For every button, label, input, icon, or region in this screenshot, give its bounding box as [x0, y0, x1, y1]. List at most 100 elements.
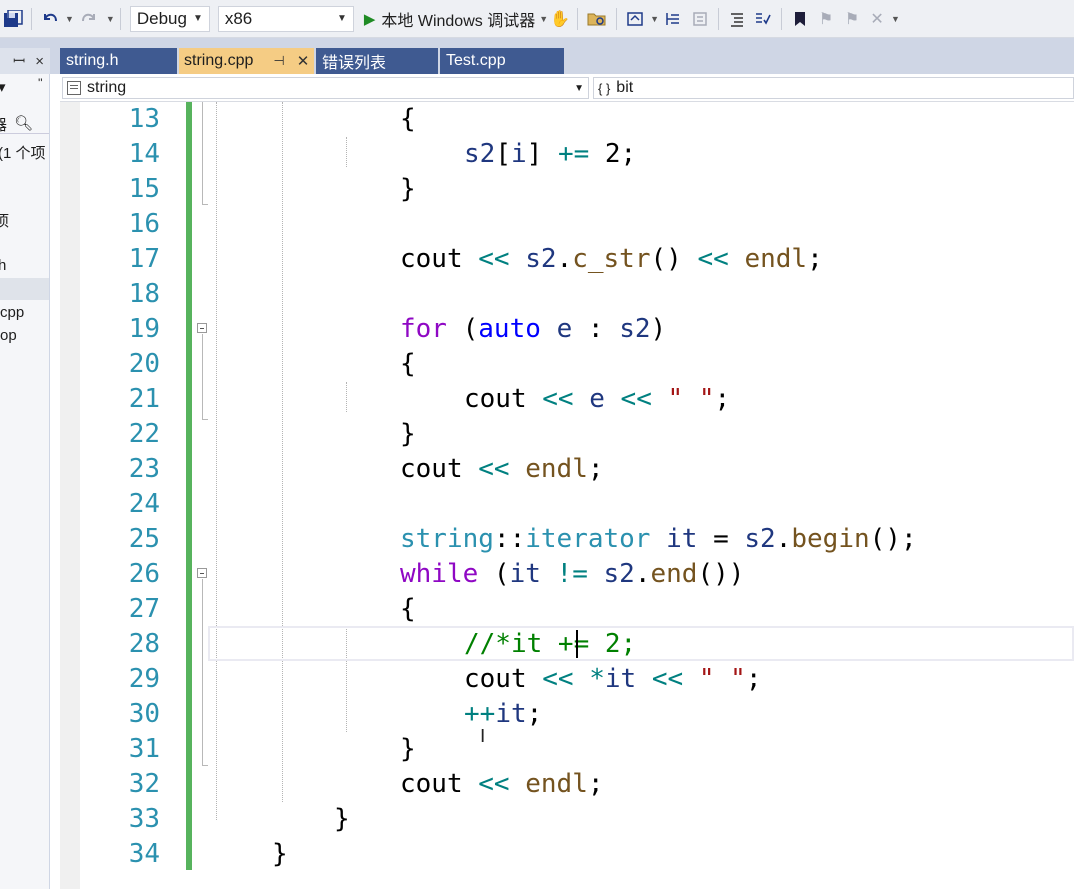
platform-dropdown[interactable]: x86 ▼ — [217, 5, 354, 32]
close-icon[interactable]: ✕ — [297, 52, 310, 70]
next-bookmark-icon[interactable]: ⚑ — [839, 4, 865, 34]
open-folder-icon[interactable] — [583, 4, 611, 34]
tab-test-cpp[interactable]: Test.cpp — [440, 48, 565, 74]
code-token: it — [604, 664, 637, 694]
pin-icon[interactable]: ⊣ — [273, 53, 284, 69]
code-token: ; — [807, 244, 823, 274]
pin-icon[interactable]: ꟷ — [13, 51, 25, 71]
bookmark-icon[interactable] — [787, 4, 813, 34]
code-token: } — [400, 174, 416, 204]
line-number: 28 — [128, 629, 160, 659]
code-line: } — [400, 417, 416, 452]
code-token: ) — [650, 314, 667, 344]
outline-end — [202, 765, 208, 766]
code-editor[interactable]: 13 14 15 16 17 18 19 20 21 22 23 24 25 26 27 28 29 30 31 32… — [60, 102, 1074, 889]
code-token: { — [400, 594, 416, 624]
code-token: string — [400, 524, 494, 554]
code-token: s2 — [744, 524, 776, 554]
clear-bookmark-icon[interactable]: ✕ — [865, 4, 889, 34]
tree-item[interactable]: h — [0, 257, 6, 274]
chevron-down-icon: ▼ — [574, 82, 584, 94]
tab-label: string.h — [66, 52, 119, 69]
code-line: } — [272, 837, 288, 872]
save-all-icon[interactable] — [0, 4, 26, 34]
code-token: //*it += 2; — [464, 629, 637, 659]
redo-icon[interactable] — [74, 4, 104, 34]
toolbar-separator — [616, 7, 618, 30]
line-number: 20 — [128, 349, 160, 379]
indent-guide — [216, 102, 217, 820]
toolbar-arrow[interactable]: ▾ — [0, 78, 6, 96]
code-token: c_str — [572, 244, 651, 274]
code-token: s2 — [619, 314, 651, 344]
line-number: 32 — [128, 769, 160, 799]
tree-item[interactable]: cpp — [0, 304, 24, 321]
undo-dropdown-icon[interactable]: ▼ — [65, 14, 74, 24]
code-token: cout — [464, 384, 527, 414]
code-token: s2 — [603, 559, 635, 589]
selection-margin[interactable] — [60, 102, 80, 889]
tree-item[interactable]: op — [0, 327, 17, 344]
redo-dropdown-icon[interactable]: ▼ — [106, 14, 115, 24]
attach-icon[interactable]: ✋ — [548, 4, 572, 34]
start-debug-button[interactable]: ▶ 本地 Windows 调试器 ▼ — [364, 4, 548, 34]
document-tab-bar: ꟷ × string.h string.cpp ⊣ ✕ 错误列表 Test.cp… — [0, 38, 1074, 74]
line-number: 33 — [128, 804, 160, 834]
line-number: 13 — [128, 104, 160, 134]
tree-item-solution[interactable]: (1 个项 — [0, 142, 46, 163]
member-dropdown[interactable]: { } bit — [593, 77, 1074, 99]
platform-value: x86 — [224, 8, 253, 28]
search-icon[interactable]: 🔍︎ — [14, 114, 33, 132]
code-token: cout — [400, 244, 463, 274]
undo-icon[interactable] — [37, 4, 63, 34]
code-token: << — [462, 244, 526, 274]
prev-bookmark-icon[interactable]: ⚑ — [813, 4, 839, 34]
indent-guide — [346, 137, 347, 167]
code-token: s2 — [525, 244, 557, 274]
collapse-icon[interactable] — [197, 323, 207, 333]
collapse-icon[interactable] — [197, 568, 207, 578]
line-number: 21 — [128, 384, 160, 414]
line-number: 18 — [128, 279, 160, 309]
code-token: e — [589, 384, 605, 414]
code-line: string::iterator it = s2.begin(); — [400, 522, 917, 557]
outline-end — [202, 419, 208, 420]
code-line: //*it += 2; — [464, 627, 636, 662]
scope-dropdown[interactable]: string ▼ — [62, 77, 589, 99]
code-line: cout << e << " "; — [464, 382, 730, 417]
code-token: } — [272, 839, 288, 869]
line-number: 19 — [128, 314, 160, 344]
tab-label: string.cpp — [184, 52, 254, 69]
line-number: 34 — [128, 839, 160, 869]
code-line: ++it; — [464, 697, 542, 732]
code-token: ()) — [697, 559, 745, 589]
tab-error-list[interactable]: 错误列表 — [316, 48, 439, 74]
home-icon[interactable] — [622, 4, 648, 34]
chevron-down-icon: ▼ — [192, 13, 203, 24]
collapse-icon[interactable] — [687, 4, 713, 34]
chevron-down-icon[interactable]: ▼ — [650, 14, 659, 24]
code-token: ++ — [464, 699, 496, 729]
code-token: it — [495, 699, 527, 729]
outline-line — [202, 579, 203, 765]
more-icon[interactable]: '' — [38, 76, 43, 90]
tab-string-cpp[interactable]: string.cpp ⊣ ✕ — [179, 48, 315, 74]
current-line-highlight — [208, 626, 1074, 661]
step-icon[interactable] — [659, 4, 687, 34]
code-token: * — [589, 664, 605, 694]
configuration-dropdown[interactable]: Debug ▼ — [129, 5, 210, 32]
tab-string-h[interactable]: string.h — [60, 48, 178, 74]
tree-item[interactable]: 项 — [0, 210, 9, 231]
code-line: } — [334, 802, 350, 837]
namespace-icon: { } — [598, 80, 611, 96]
scope-value: string — [87, 79, 127, 96]
code-token: e — [556, 314, 573, 344]
outline-icon[interactable] — [724, 4, 750, 34]
comment-icon[interactable] — [750, 4, 776, 34]
chevron-down-icon[interactable]: ▼ — [891, 14, 900, 24]
toolbar-separator — [31, 7, 32, 30]
code-token: () — [650, 244, 682, 274]
play-icon: ▶ — [363, 10, 376, 28]
tree-item-selected[interactable] — [0, 278, 49, 300]
close-icon[interactable]: × — [35, 53, 44, 70]
